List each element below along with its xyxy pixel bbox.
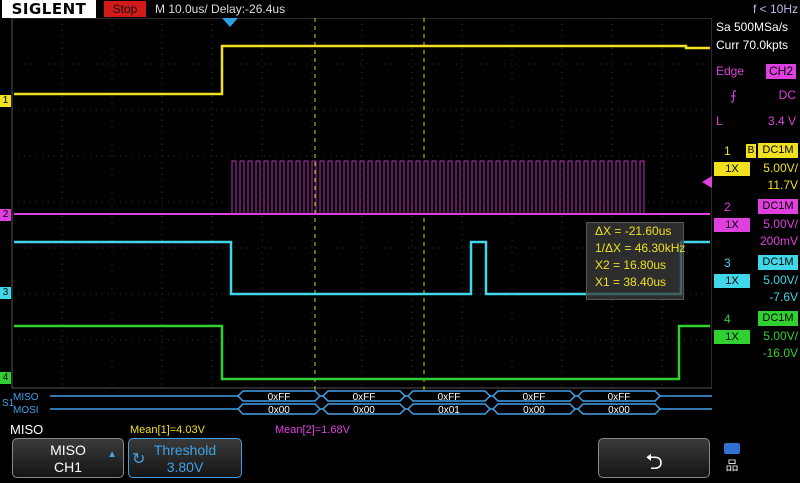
trigger-type[interactable]: Edge CH2 xyxy=(716,64,798,79)
trigger-coupling: DC xyxy=(778,88,796,102)
miso-decode-value: 0xFF xyxy=(523,392,546,403)
ch1-bw-limit-badge: B xyxy=(746,144,756,158)
ch3-info[interactable]: 3 DC1M 1X 5.00V/ -7.6V xyxy=(712,254,800,308)
memory-depth: Curr 70.0kpts xyxy=(716,38,789,52)
mosi-decode-value: 0x01 xyxy=(438,405,460,416)
timebase-delay-readout[interactable]: M 10.0us/ Delay:-26.4us xyxy=(155,1,285,17)
ch2-info[interactable]: 2 DC1M 1X 5.00V/ 200mV xyxy=(712,198,800,252)
mosi-decode-value: 0x00 xyxy=(353,405,375,416)
miso-decode-value: 0xFF xyxy=(353,392,376,403)
return-arrow-icon: ⮌ xyxy=(645,449,663,474)
cursor-measurement-panel: ΔX = -21.60us 1/ΔX = 46.30kHz X2 = 16.80… xyxy=(586,222,686,300)
miso-decode-label: MISO xyxy=(13,392,39,403)
cursor-inverse-delta-x: 1/ΔX = 46.30kHz xyxy=(595,241,686,255)
menu-title: MISO xyxy=(10,422,44,437)
chevron-up-icon: ▲ xyxy=(107,449,117,460)
mosi-decode-value: 0x00 xyxy=(268,405,290,416)
trigger-frequency-readout: f < 10Hz xyxy=(752,2,798,16)
spi-decode-bus: S1 MISO MOSI 0xFF0x000xFF0x000xFF0x010xF… xyxy=(2,390,712,416)
mosi-decode-value: 0x00 xyxy=(608,405,630,416)
trigger-slope-coupling[interactable]: ⨍ DC xyxy=(716,88,798,103)
measurement-mean-ch1: Mean[1]=4.03V xyxy=(130,424,205,436)
measurement-mean-ch2: Mean[2]=1.68V xyxy=(275,424,350,436)
cursor-x1-value: X1 = 38.40us xyxy=(595,275,667,289)
ch3-ground-marker[interactable]: 3 xyxy=(0,287,11,299)
trigger-source: CH2 xyxy=(765,64,796,79)
threshold-softkey[interactable]: ↻ Threshold 3.80V xyxy=(128,438,242,478)
usb-icon xyxy=(724,443,740,454)
source-softkey[interactable]: MISO CH1 ▲ xyxy=(12,438,124,478)
cursor-x2-value: X2 = 16.80us xyxy=(595,258,667,272)
rising-edge-icon: ⨍ xyxy=(730,88,737,103)
ch4-info[interactable]: 4 DC1M 1X 5.00V/ -16.0V xyxy=(712,310,800,364)
mosi-decode-value: 0x00 xyxy=(523,405,545,416)
right-info-panel: Sa 500MSa/s Curr 70.0kpts Edge CH2 ⨍ DC … xyxy=(712,18,800,390)
back-softkey[interactable]: ⮌ xyxy=(598,438,710,478)
network-icon: 品 xyxy=(725,458,739,473)
trigger-level: 3.4 V xyxy=(767,114,796,128)
ch1-ground-marker[interactable]: 1 xyxy=(0,95,11,107)
waveform-display[interactable] xyxy=(0,18,712,390)
ch2-ground-marker[interactable]: 2 xyxy=(0,209,11,221)
brand-logo: SIGLENT xyxy=(2,0,96,18)
ch4-ground-marker[interactable]: 4 xyxy=(0,372,11,384)
ch1-info[interactable]: 1 B DC1M 1X 5.00V/ 11.7V xyxy=(712,142,800,196)
mosi-decode-label: MOSI xyxy=(13,405,39,416)
trigger-level-row[interactable]: L 3.4 V xyxy=(716,114,798,129)
run-state-badge[interactable]: Stop xyxy=(104,1,146,17)
miso-decode-value: 0xFF xyxy=(438,392,461,403)
miso-decode-value: 0xFF xyxy=(268,392,291,403)
sample-rate: Sa 500MSa/s xyxy=(716,20,789,34)
cursor-delta-x: ΔX = -21.60us xyxy=(595,224,672,238)
miso-decode-value: 0xFF xyxy=(608,392,631,403)
